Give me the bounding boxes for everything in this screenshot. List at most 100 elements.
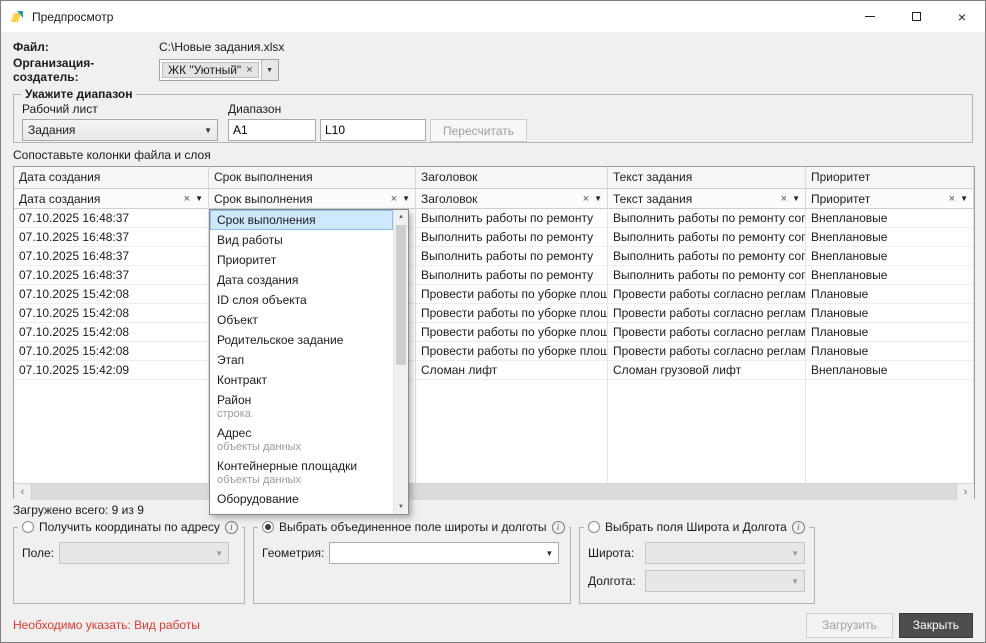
maximize-button[interactable]: [893, 1, 939, 32]
table-row[interactable]: 07.10.2025 16:48:37Выполнить работы по р…: [14, 209, 974, 228]
chevron-down-icon[interactable]: ▼: [792, 194, 800, 203]
range-group: Укажите диапазон Рабочий лист Задания ▼ …: [13, 87, 973, 143]
minimize-button[interactable]: [847, 1, 893, 32]
mapping-combo-value: Текст задания: [613, 192, 777, 206]
mapping-combo-value: Срок выполнения: [214, 192, 387, 206]
dropdown-item[interactable]: Дата создания: [210, 270, 393, 290]
load-button[interactable]: Загрузить: [806, 613, 893, 638]
chevron-down-icon[interactable]: ▼: [195, 194, 203, 203]
latitude-select[interactable]: ▼: [645, 542, 805, 564]
radio-coords-by-address[interactable]: [22, 521, 34, 533]
close-dialog-button[interactable]: Закрыть: [899, 613, 973, 638]
chevron-down-icon[interactable]: ▼: [261, 60, 278, 80]
dropdown-item[interactable]: Контракт: [210, 370, 393, 390]
window-controls: ×: [847, 1, 985, 32]
mapping-table: Дата создания Срок выполнения Заголовок …: [13, 166, 975, 499]
file-label: Файл:: [13, 40, 159, 54]
longitude-select[interactable]: ▼: [645, 570, 805, 592]
clear-icon[interactable]: ×: [781, 193, 787, 205]
mapping-combo-date[interactable]: Дата создания × ▼: [14, 189, 209, 208]
dropdown-item[interactable]: Этап: [210, 350, 393, 370]
close-button[interactable]: ×: [939, 1, 985, 32]
dropdown-item[interactable]: Контейнерные площадкиобъекты данных: [210, 456, 393, 489]
table-row[interactable]: 07.10.2025 16:48:37Выполнить работы по р…: [14, 247, 974, 266]
radio-combined-lat-lon[interactable]: [262, 521, 274, 533]
chevron-down-icon[interactable]: ▼: [402, 194, 410, 203]
mapping-combo-value: Приоритет: [811, 192, 945, 206]
title-bar: Предпросмотр ×: [1, 1, 985, 32]
table-row[interactable]: 07.10.2025 15:42:08Провести работы по уб…: [14, 304, 974, 323]
table-cell: Сломан лифт: [416, 361, 608, 380]
geometry-label: Геометрия:: [262, 546, 324, 560]
clear-icon[interactable]: ×: [184, 193, 190, 205]
mapping-combo-priority[interactable]: Приоритет × ▼: [806, 189, 974, 208]
latitude-label: Широта:: [588, 546, 640, 560]
org-combobox[interactable]: ЖК "Уютный" × ▼: [159, 59, 279, 81]
chevron-down-icon[interactable]: ▼: [960, 194, 968, 203]
table-cell: 07.10.2025 16:48:37: [14, 228, 209, 247]
dropdown-scrollbar[interactable]: ▲ ▼: [393, 210, 408, 514]
table-cell: Плановые: [806, 323, 974, 342]
longitude-label: Долгота:: [588, 574, 640, 588]
clear-icon[interactable]: ×: [583, 193, 589, 205]
window-title: Предпросмотр: [32, 10, 113, 24]
dropdown-item[interactable]: Районстрока: [210, 390, 393, 423]
scrollbar-thumb[interactable]: [31, 484, 957, 500]
geometry-select[interactable]: ▼: [329, 542, 559, 564]
dropdown-item[interactable]: Родительское задание: [210, 330, 393, 350]
dropdown-item[interactable]: ID слоя объекта: [210, 290, 393, 310]
table-row[interactable]: 07.10.2025 15:42:08Провести работы по уб…: [14, 323, 974, 342]
worksheet-select[interactable]: Задания ▼: [22, 119, 218, 141]
dropdown-item[interactable]: Оборудование: [210, 489, 393, 509]
minimize-icon: [865, 16, 875, 17]
chip-remove-icon[interactable]: ×: [246, 64, 252, 76]
field-select[interactable]: ▼: [59, 542, 229, 564]
mapping-combo-deadline[interactable]: Срок выполнения × ▼: [209, 189, 416, 208]
file-column-header: Заголовок: [416, 167, 608, 188]
mapping-combo-text[interactable]: Текст задания × ▼: [608, 189, 806, 208]
radio-label: Выбрать объединенное поле широты и долго…: [279, 520, 547, 534]
recalculate-button[interactable]: Пересчитать: [430, 119, 527, 142]
scroll-left-icon[interactable]: ‹: [14, 484, 31, 500]
table-cell: 07.10.2025 15:42:09: [14, 361, 209, 380]
horizontal-scrollbar[interactable]: ‹ ›: [14, 483, 974, 500]
table-cell: Провести работы по уборке площа: [416, 342, 608, 361]
coordinate-options: Получить координаты по адресу i Поле: ▼ …: [13, 520, 973, 604]
table-row[interactable]: 07.10.2025 15:42:08Провести работы по уб…: [14, 342, 974, 361]
info-icon[interactable]: i: [552, 521, 565, 534]
table-row[interactable]: 07.10.2025 15:42:09Сломан лифтСломан гру…: [14, 361, 974, 380]
dropdown-item[interactable]: Адресобъекты данных: [210, 423, 393, 456]
table-cell: Провести работы согласно регламе: [608, 323, 806, 342]
mapping-combo-title[interactable]: Заголовок × ▼: [416, 189, 608, 208]
radio-separate-lat-lon[interactable]: [588, 521, 600, 533]
clear-icon[interactable]: ×: [391, 193, 397, 205]
info-icon[interactable]: i: [225, 521, 238, 534]
dropdown-item[interactable]: Вид работы: [210, 230, 393, 250]
chevron-down-icon: ▼: [791, 577, 799, 586]
table-empty-area: [14, 380, 974, 483]
scroll-up-icon[interactable]: ▲: [394, 210, 408, 224]
chevron-down-icon[interactable]: ▼: [594, 194, 602, 203]
table-row[interactable]: 07.10.2025 16:48:37 Выполнить работы по р…: [14, 228, 974, 247]
table-cell: Плановые: [806, 304, 974, 323]
dropdown-item[interactable]: Объект: [210, 310, 393, 330]
loaded-count-status: Загружено всего: 9 из 9: [13, 503, 973, 517]
range-to-input[interactable]: [320, 119, 426, 141]
table-cell: Выполнить работы по ремонту сог.: [608, 228, 806, 247]
table-row[interactable]: 07.10.2025 15:42:08Провести работы по уб…: [14, 285, 974, 304]
dropdown-item[interactable]: Приоритет: [210, 250, 393, 270]
radio-label: Выбрать поля Широта и Долгота: [605, 520, 787, 534]
table-cell: 07.10.2025 15:42:08: [14, 323, 209, 342]
scrollbar-thumb[interactable]: [396, 225, 406, 365]
info-icon[interactable]: i: [792, 521, 805, 534]
chevron-down-icon: ▼: [204, 126, 212, 135]
scroll-right-icon[interactable]: ›: [957, 484, 974, 500]
mapping-header-row: Дата создания × ▼ Срок выполнения × ▼ За…: [14, 189, 974, 209]
clear-icon[interactable]: ×: [949, 193, 955, 205]
dropdown-item[interactable]: Срок выполнения: [210, 210, 393, 230]
worksheet-selected-value: Задания: [28, 123, 75, 137]
range-from-input[interactable]: [228, 119, 316, 141]
table-row[interactable]: 07.10.2025 16:48:37Выполнить работы по р…: [14, 266, 974, 285]
table-cell: Выполнить работы по ремонту: [416, 247, 608, 266]
scroll-down-icon[interactable]: ▼: [394, 500, 408, 514]
